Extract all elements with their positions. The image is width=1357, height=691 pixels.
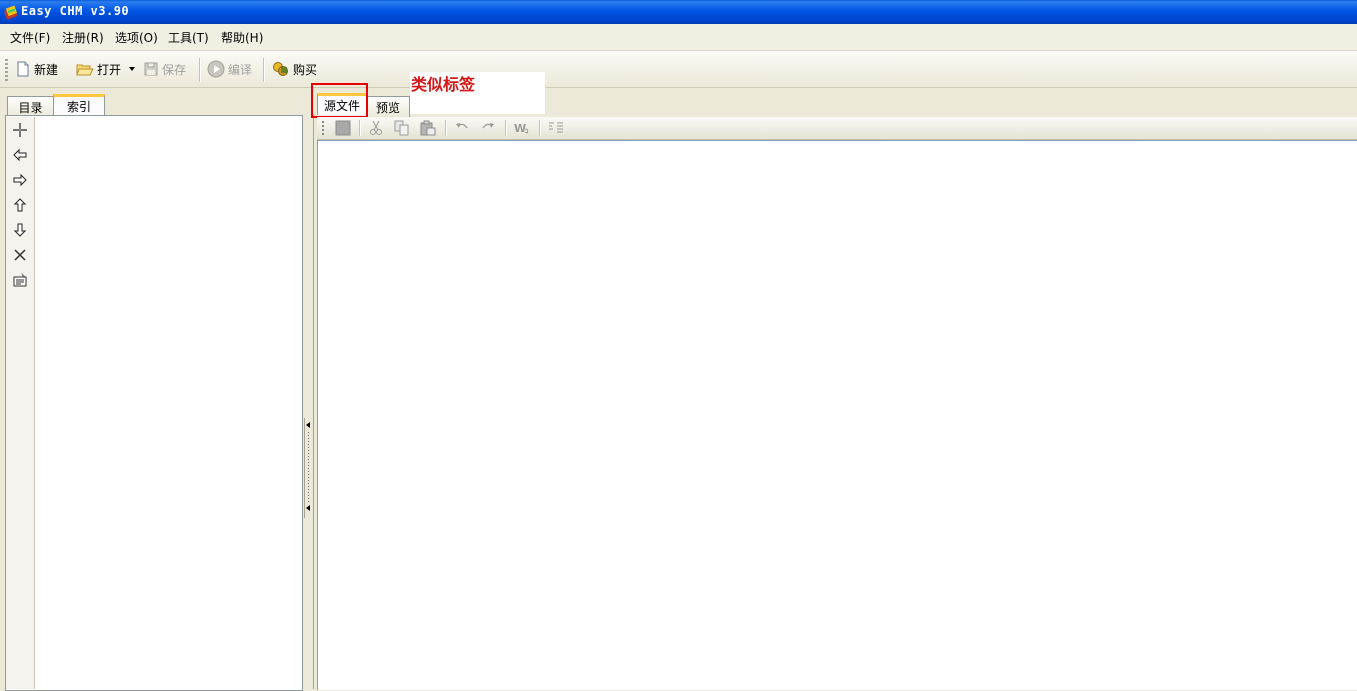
- tab-contents-label: 目录: [18, 100, 43, 115]
- redo-icon[interactable]: [480, 120, 496, 136]
- arrow-up-icon[interactable]: [12, 197, 28, 213]
- menu-options[interactable]: 选项(O): [115, 29, 158, 46]
- arrow-right-icon[interactable]: [12, 172, 28, 188]
- arrow-left-icon[interactable]: [12, 147, 28, 163]
- collapse-arrow-icon[interactable]: [306, 505, 310, 511]
- buy-button[interactable]: 购买: [272, 59, 317, 79]
- right-pane-border: [313, 114, 314, 689]
- paste-icon[interactable]: [420, 120, 436, 136]
- open-folder-icon: [76, 64, 94, 76]
- stop-icon[interactable]: [335, 120, 351, 136]
- save-disk-icon: [144, 62, 158, 76]
- compile-play-icon: [207, 60, 225, 78]
- buy-coins-icon: [273, 62, 288, 76]
- tab-source-label: 源文件: [323, 99, 360, 113]
- tab-index-label: 索引: [66, 100, 91, 114]
- index-toolbar: [6, 117, 35, 689]
- index-panel[interactable]: [5, 115, 303, 691]
- arrow-down-icon[interactable]: [12, 222, 28, 238]
- editor-separator: [505, 120, 507, 136]
- left-tab-strip: 目录 索引: [0, 92, 305, 117]
- delete-icon[interactable]: [12, 247, 28, 263]
- app-icon: [3, 5, 18, 20]
- editor-toolbar: W: [317, 117, 1357, 140]
- toolbar-separator: [263, 58, 265, 82]
- buy-label: 购买: [293, 62, 318, 77]
- tab-source[interactable]: 源文件: [317, 93, 367, 115]
- cut-icon[interactable]: [368, 120, 384, 136]
- tab-index[interactable]: 索引: [53, 94, 105, 116]
- splitter-grip: [308, 432, 309, 504]
- menu-bar: 文件(F) 注册(R) 选项(O) 工具(T) 帮助(H): [0, 24, 1357, 51]
- main-toolbar: 新建 打开 保存 编译 购买: [0, 51, 1357, 88]
- editor-separator: [445, 120, 447, 136]
- properties-icon[interactable]: [12, 272, 28, 288]
- copy-icon[interactable]: [394, 120, 410, 136]
- new-label: 新建: [34, 62, 59, 77]
- save-button[interactable]: 保存: [143, 59, 186, 79]
- tab-contents[interactable]: 目录: [7, 96, 54, 117]
- title-bar[interactable]: Easy CHM v3.90: [0, 0, 1357, 24]
- open-dropdown-arrow-icon[interactable]: [129, 67, 135, 71]
- menu-help[interactable]: 帮助(H): [221, 29, 263, 46]
- new-document-icon: [17, 61, 29, 77]
- collapse-arrow-icon[interactable]: [306, 422, 310, 428]
- undo-icon[interactable]: [454, 120, 470, 136]
- menu-tools[interactable]: 工具(T): [168, 29, 209, 46]
- compile-button[interactable]: 编译: [207, 59, 252, 79]
- source-editor[interactable]: [317, 140, 1357, 690]
- word-wrap-icon[interactable]: W: [514, 120, 530, 136]
- add-icon[interactable]: [12, 122, 28, 138]
- tab-preview[interactable]: 预览: [366, 96, 410, 117]
- menu-file[interactable]: 文件(F): [10, 29, 50, 46]
- tab-preview-label: 预览: [375, 100, 400, 115]
- editor-separator: [539, 120, 541, 136]
- toolbar-grip[interactable]: [5, 59, 8, 81]
- new-button[interactable]: 新建: [15, 59, 58, 79]
- open-label: 打开: [97, 62, 122, 77]
- open-button[interactable]: 打开: [76, 59, 121, 79]
- editor-toolbar-grip[interactable]: [322, 121, 324, 135]
- window-title: Easy CHM v3.90: [21, 4, 130, 18]
- save-label: 保存: [162, 62, 187, 77]
- compile-label: 编译: [228, 62, 253, 77]
- svg-text:W: W: [514, 122, 526, 135]
- line-number-icon[interactable]: [548, 120, 564, 136]
- toolbar-separator: [199, 58, 201, 82]
- menu-register[interactable]: 注册(R): [62, 29, 104, 46]
- right-tab-strip: 源文件 预览: [311, 92, 1357, 117]
- editor-separator: [359, 120, 361, 136]
